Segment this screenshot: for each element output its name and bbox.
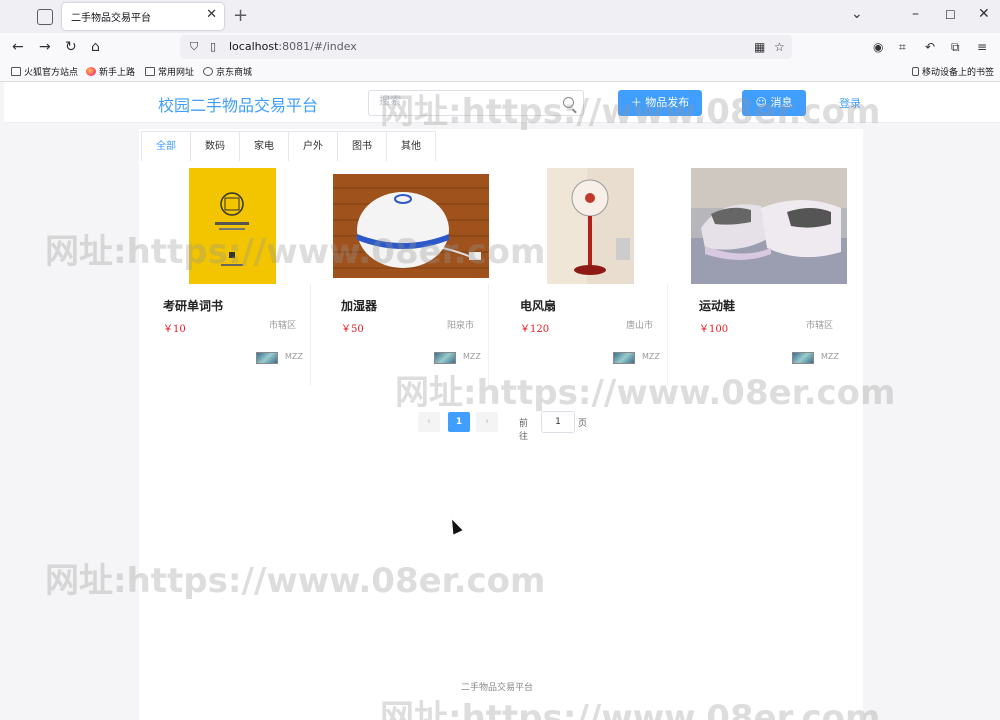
next-page-button[interactable]: › [476, 412, 498, 432]
folder-icon [145, 67, 155, 76]
product-name[interactable]: 考研单词书 [163, 297, 223, 314]
page-unit-label: 页 [578, 419, 588, 429]
tab-title: 二手物品交易平台 [71, 13, 151, 24]
maximize-icon[interactable]: ☐ [945, 8, 956, 22]
forward-icon[interactable]: → [39, 38, 51, 56]
firefox-icon [86, 67, 96, 76]
browser-navbar: ← → ↻ ⌂ ⛉ ▯ localhost:8081/#/index ▦ ☆ ◉… [0, 33, 1000, 61]
bookmark-getting-started[interactable]: 新手上路 [86, 65, 135, 78]
seller-avatar [434, 352, 456, 364]
bookmark-mobile[interactable]: 移动设备上的书签 [912, 65, 994, 78]
category-tabs: 全部 数码 家电 户外 图书 其他 [141, 131, 436, 161]
bookmarks-bar: 火狐官方站点 新手上路 常用网址 京东商城 移动设备上的书签 [0, 61, 1000, 82]
minimize-icon[interactable]: – [912, 6, 919, 22]
folder-icon [11, 67, 21, 76]
bookmark-jd[interactable]: 京东商城 [203, 65, 252, 78]
product-image-book[interactable] [155, 168, 311, 284]
home-icon[interactable]: ⌂ [91, 38, 100, 56]
back-icon[interactable]: ← [12, 38, 24, 56]
seller-avatar [792, 352, 814, 364]
browser-tab[interactable]: 二手物品交易平台 ✕ [62, 3, 224, 30]
search-icon[interactable] [563, 97, 574, 108]
product-name[interactable]: 运动鞋 [699, 297, 735, 314]
site-title[interactable]: 校园二手物品交易平台 [158, 92, 318, 116]
product-name[interactable]: 电风扇 [520, 297, 556, 314]
url-text[interactable]: localhost:8081/#/index [229, 40, 357, 53]
tab-digital[interactable]: 数码 [190, 131, 240, 161]
product-image-fan[interactable] [512, 168, 668, 284]
tab-outdoor[interactable]: 户外 [288, 131, 338, 161]
screenshot-icon[interactable]: ⌗ [899, 38, 906, 56]
tab-other[interactable]: 其他 [386, 131, 436, 161]
close-tab-icon[interactable]: ✕ [206, 7, 217, 22]
browser-tabbar: 二手物品交易平台 ✕ + ⌄ – ☐ ✕ [0, 0, 1000, 33]
login-link[interactable]: 登录 [839, 95, 861, 111]
shield-icon[interactable]: ⛉ [190, 38, 198, 56]
product-region: 市辖区 [268, 321, 296, 331]
publish-item-button[interactable]: ＋ 物品发布 [618, 90, 702, 116]
product-image-sneakers[interactable] [691, 168, 847, 284]
tab-appliance[interactable]: 家电 [239, 131, 289, 161]
bookmark-star-icon[interactable]: ☆ [774, 38, 785, 56]
product-card[interactable]: 运动鞋 ￥100 市辖区 MZZ [691, 168, 847, 386]
reload-icon[interactable]: ↻ [65, 38, 77, 56]
seller-avatar [256, 352, 278, 364]
product-price: ￥100 [699, 324, 729, 335]
menu-icon[interactable]: ≡ [977, 38, 987, 56]
tab-list-icon[interactable] [37, 9, 53, 25]
product-card[interactable]: 电风扇 ￥120 唐山市 MZZ [512, 168, 668, 386]
tab-overflow-icon[interactable]: ⌄ [851, 6, 863, 22]
product-region: 阳泉市 [446, 321, 474, 331]
bookmark-common-sites[interactable]: 常用网址 [145, 65, 194, 78]
undo-icon[interactable]: ↶ [925, 38, 935, 56]
main-content: 全部 数码 家电 户外 图书 其他 考研单词书 ￥10 市辖区 MZZ 加湿器 … [139, 129, 863, 720]
account-icon[interactable]: ◉ [873, 38, 883, 56]
page-info-icon[interactable]: ▯ [210, 38, 216, 56]
bookmark-firefox-site[interactable]: 火狐官方站点 [11, 65, 78, 78]
footer-text: 二手物品交易平台 [461, 683, 534, 693]
prev-page-button[interactable]: ‹ [418, 412, 440, 432]
goto-label: 前往 [519, 419, 529, 442]
url-bar[interactable]: ⛉ ▯ localhost:8081/#/index ▦ ☆ [180, 35, 792, 59]
product-name[interactable]: 加湿器 [341, 297, 377, 314]
product-price: ￥10 [163, 324, 186, 335]
messages-button[interactable]: ☺ 消息 [742, 90, 806, 116]
tab-all[interactable]: 全部 [141, 131, 191, 161]
globe-icon [203, 67, 213, 76]
goto-page-input[interactable]: 1 [541, 411, 575, 433]
web-page: 校园二手物品交易平台 ＋ 物品发布 ☺ 消息 登录 全部 数码 家电 户外 图书… [0, 82, 1000, 720]
product-card[interactable]: 加湿器 ￥50 阳泉市 MZZ [333, 168, 489, 386]
phone-icon [912, 67, 919, 76]
seller-name: MZZ [463, 352, 481, 361]
product-region: 唐山市 [625, 321, 653, 331]
product-image-humidifier[interactable] [333, 168, 489, 284]
seller-name: MZZ [642, 352, 660, 361]
page-number-1[interactable]: 1 [448, 412, 470, 432]
new-tab-icon[interactable]: + [233, 5, 248, 26]
product-price: ￥50 [341, 324, 364, 335]
product-region: 市辖区 [805, 321, 833, 331]
site-header: 校园二手物品交易平台 ＋ 物品发布 ☺ 消息 登录 [4, 82, 1000, 123]
seller-avatar [613, 352, 635, 364]
seller-name: MZZ [285, 352, 303, 361]
seller-name: MZZ [821, 352, 839, 361]
tab-books[interactable]: 图书 [337, 131, 387, 161]
product-price: ￥120 [520, 324, 550, 335]
window-close-icon[interactable]: ✕ [978, 6, 990, 22]
qr-code-icon[interactable]: ▦ [754, 38, 765, 56]
product-card[interactable]: 考研单词书 ￥10 市辖区 MZZ [155, 168, 311, 386]
extensions-icon[interactable]: ⧉ [951, 38, 960, 56]
search-input[interactable] [379, 95, 549, 107]
search-box [368, 90, 584, 116]
